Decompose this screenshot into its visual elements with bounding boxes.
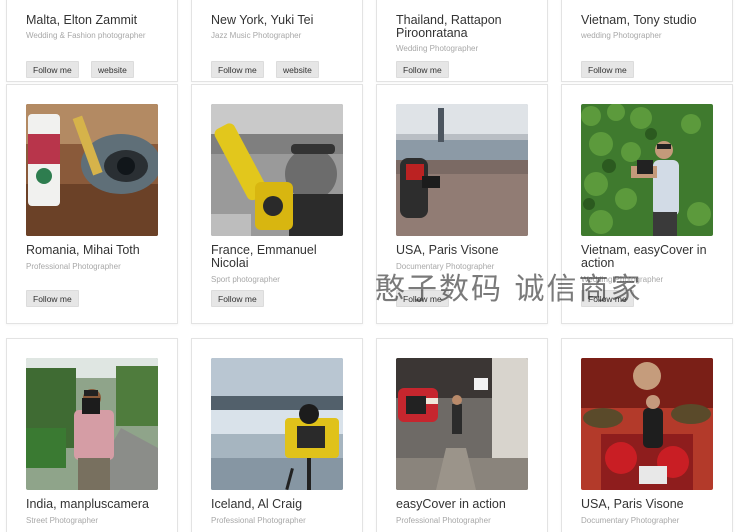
photographer-card: Vietnam, easyCover in action Wedding Pho…: [561, 84, 733, 324]
follow-me-button[interactable]: Follow me: [26, 61, 79, 78]
photographer-card: USA, Paris Visone Documentary Photograph…: [561, 338, 733, 532]
photographer-role: Jazz Music Photographer: [211, 31, 302, 40]
photographer-role: Documentary Photographer: [581, 516, 680, 525]
photographer-photo: [396, 358, 528, 490]
photographer-name: USA, Paris Visone: [396, 243, 499, 257]
photographer-card: Vietnam, Tony studio wedding Photographe…: [561, 0, 733, 82]
photographer-role: wedding Photographer: [581, 31, 662, 40]
follow-me-button[interactable]: Follow me: [581, 61, 634, 78]
follow-me-button[interactable]: Follow me: [211, 61, 264, 78]
photographer-name: Vietnam, Tony studio: [581, 13, 697, 27]
photographer-photo: [26, 358, 158, 490]
photographer-name: New York, Yuki Tei: [211, 13, 314, 27]
website-button[interactable]: website: [276, 61, 319, 78]
follow-me-button[interactable]: Follow me: [396, 61, 449, 78]
photographer-photo: [211, 358, 343, 490]
photographer-card: Romania, Mihai Toth Professional Photogr…: [6, 84, 178, 324]
photographer-role: Wedding Photographer: [396, 44, 479, 53]
photographer-card: easyCover in action Professional Photogr…: [376, 338, 548, 532]
photographer-name: Thailand, Rattapon Piroonratana: [396, 13, 502, 40]
photographer-name: Vietnam, easyCover in action: [581, 243, 707, 270]
photographer-name: France, Emmanuel Nicolai: [211, 243, 317, 270]
photographer-photo: [581, 358, 713, 490]
website-button[interactable]: website: [91, 61, 134, 78]
photographer-name: easyCover in action: [396, 497, 506, 511]
photographer-card: Malta, Elton Zammit Wedding & Fashion ph…: [6, 0, 178, 82]
photographer-name: Iceland, Al Craig: [211, 497, 303, 511]
follow-me-button[interactable]: Follow me: [26, 290, 79, 307]
photographer-role: Professional Photographer: [211, 516, 306, 525]
photographer-role: Wedding Photographer: [581, 275, 664, 284]
photographer-name: USA, Paris Visone: [581, 497, 684, 511]
photographer-photo: [396, 104, 528, 236]
photographer-card: India, manpluscamera Street Photographer: [6, 338, 178, 532]
photographer-card: Iceland, Al Craig Professional Photograp…: [191, 338, 363, 532]
follow-me-button[interactable]: Follow me: [581, 290, 634, 307]
photographer-role: Documentary Photographer: [396, 262, 495, 271]
photographer-role: Wedding & Fashion photographer: [26, 31, 146, 40]
photographer-name: Romania, Mihai Toth: [26, 243, 140, 257]
photographer-role: Street Photographer: [26, 516, 99, 525]
follow-me-button[interactable]: Follow me: [396, 290, 449, 307]
photographer-card: USA, Paris Visone Documentary Photograph…: [376, 84, 548, 324]
photographer-name: Malta, Elton Zammit: [26, 13, 138, 27]
photographer-card: New York, Yuki Tei Jazz Music Photograph…: [191, 0, 363, 82]
photographer-photo: [581, 104, 713, 236]
photographer-role: Sport photographer: [211, 275, 280, 284]
photographer-photo: [26, 104, 158, 236]
photographer-card: Thailand, Rattapon Piroonratana Wedding …: [376, 0, 548, 82]
photographer-name: India, manpluscamera: [26, 497, 149, 511]
photographer-role: Professional Photographer: [396, 516, 491, 525]
photographer-role: Professional Photographer: [26, 262, 121, 271]
photographer-photo: [211, 104, 343, 236]
follow-me-button[interactable]: Follow me: [211, 290, 264, 307]
photographer-card: France, Emmanuel Nicolai Sport photograp…: [191, 84, 363, 324]
